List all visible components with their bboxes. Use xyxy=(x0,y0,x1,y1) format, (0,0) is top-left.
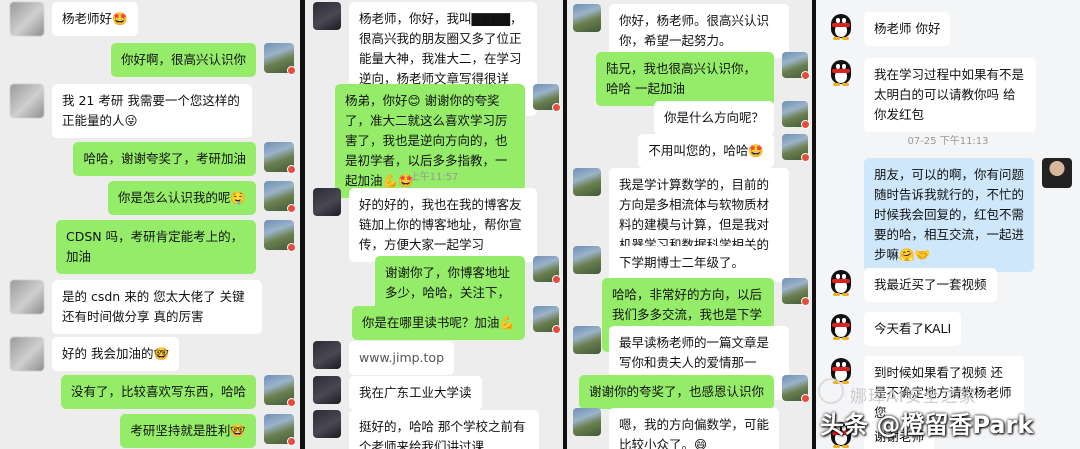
message-left: 好的好的，我也在我的博客友链加上你的博客地址，帮你宣传，方便大家一起学习 xyxy=(313,188,537,262)
message-bubble: 好的好的，我也在我的博客友链加上你的博客地址，帮你宣传，方便大家一起学习 xyxy=(349,188,537,262)
message-bubble: 考研坚持就是胜利🤓 xyxy=(120,414,256,448)
message-bubble: 我在广东工业大学读 xyxy=(349,376,482,410)
message-right: 不用叫您的，哈哈🤩 xyxy=(638,134,810,168)
message-bubble: CDSN 吗，考研肯定能考上的，加油 xyxy=(56,220,256,274)
message-left: 杨老师好🤩 xyxy=(10,2,138,36)
message-right: CDSN 吗，考研肯定能考上的，加油 xyxy=(56,220,296,274)
avatar[interactable] xyxy=(313,341,341,369)
message-bubble: 杨老师 你好 xyxy=(864,12,951,46)
message-left: www.jimp.top xyxy=(313,341,455,375)
avatar[interactable] xyxy=(782,134,810,162)
avatar[interactable] xyxy=(533,256,561,284)
message-left: 挺好的，哈哈 那个学校之前有个老师来给我们讲过课 xyxy=(313,410,539,449)
avatar[interactable] xyxy=(782,52,810,80)
avatar[interactable] xyxy=(264,181,296,213)
watermark-logo-icon xyxy=(818,378,844,404)
avatar[interactable] xyxy=(782,101,810,129)
message-bubble: 我最近买了一套视频 xyxy=(864,268,997,302)
message-bubble: 今天看了KALI xyxy=(864,312,962,346)
message-right: 朋友，可以的啊，你有问题随时告诉我就行的，不忙的时候我会回复的，红包不需要的哈，… xyxy=(864,158,1072,272)
chat-screenshot-3: 你好，杨老师。很高兴认识你，希望一起努力。 陆兄，我也很高兴认识你，哈哈 一起加… xyxy=(567,0,812,449)
message-left: 好的 我会加油的🤓 xyxy=(10,337,180,371)
watermark-source: 头条 @橙留香Park xyxy=(820,411,1034,439)
avatar[interactable] xyxy=(264,375,296,407)
watermark-text: 娜璋AI安全之家 xyxy=(850,387,977,407)
avatar[interactable] xyxy=(10,2,44,36)
avatar[interactable] xyxy=(573,168,601,196)
avatar[interactable] xyxy=(10,337,44,371)
chat-screenshot-2: 杨老师，你好，我叫▇▇▇▇，很高兴我的朋友圈又多了位正能量大神，我准大二，在学习… xyxy=(305,0,563,449)
message-left: 是的 csdn 来的 您太大佬了 关键还有时间做分享 真的厉害 xyxy=(10,280,262,334)
message-bubble: 没有了，比较喜欢写东西，哈哈 xyxy=(60,375,256,409)
qq-penguin-avatar-icon[interactable] xyxy=(826,312,856,342)
chat-timestamp: 上午11:57 xyxy=(409,172,459,183)
avatar[interactable] xyxy=(573,326,601,354)
message-right: 你是什么方向呢？ xyxy=(653,101,810,135)
message-left: 我 21 考研 我需要一个您这样的正能量的人😜 xyxy=(10,84,252,138)
avatar[interactable] xyxy=(313,188,341,216)
message-bubble: 下学期博士二年级了。 xyxy=(609,246,755,280)
message-bubble: 杨老师好🤩 xyxy=(52,2,138,36)
message-bubble: 陆兄，我也很高兴认识你，哈哈 一起加油 xyxy=(596,52,774,106)
avatar[interactable] xyxy=(533,306,561,334)
message-right: 没有了，比较喜欢写东西，哈哈 xyxy=(60,375,296,409)
message-bubble: 朋友，可以的啊，你有问题随时告诉我就行的，不忙的时候我会回复的，红包不需要的哈，… xyxy=(864,158,1034,272)
qq-penguin-avatar-icon[interactable] xyxy=(826,58,856,88)
message-left: 我在学习过程中如果有不是太明白的可以请教你吗 给你发红包 xyxy=(826,58,1036,132)
message-bubble: 你好，杨老师。很高兴认识你，希望一起努力。 xyxy=(609,4,789,58)
message-left: 杨老师 你好 xyxy=(826,12,951,46)
avatar[interactable] xyxy=(573,246,601,274)
avatar[interactable] xyxy=(10,280,44,314)
message-right: 你是在哪里读书呢？加油💪 xyxy=(351,306,561,340)
chat-screenshot-1: 杨老师好🤩 你好啊，很高兴认识你 我 21 考研 我需要一个您这样的正能量的人😜… xyxy=(0,0,300,449)
message-bubble: 好的 我会加油的🤓 xyxy=(52,337,180,371)
message-right: 陆兄，我也很高兴认识你，哈哈 一起加油 xyxy=(596,52,810,106)
message-bubble: 我在学习过程中如果有不是太明白的可以请教你吗 给你发红包 xyxy=(864,58,1036,132)
avatar[interactable] xyxy=(10,84,44,118)
message-bubble: 是的 csdn 来的 您太大佬了 关键还有时间做分享 真的厉害 xyxy=(52,280,262,334)
avatar[interactable] xyxy=(264,414,296,446)
message-bubble: 你是什么方向呢？ xyxy=(653,101,774,135)
message-right: 谢谢你的夸奖了，也感恩认识你 xyxy=(578,375,810,409)
message-left: 我最近买了一套视频 xyxy=(826,268,997,302)
avatar[interactable] xyxy=(264,43,296,75)
avatar[interactable] xyxy=(313,376,341,404)
message-bubble: 谢谢你的夸奖了，也感恩认识你 xyxy=(578,375,774,409)
message-right: 哈哈，谢谢夸奖了，考研加油 xyxy=(73,142,296,176)
message-right: 你好啊，很高兴认识你 xyxy=(110,43,296,77)
chat-timestamp: 07-25 下午11:13 xyxy=(907,136,989,147)
avatar[interactable] xyxy=(573,4,601,32)
message-bubble: 你是在哪里读书呢？加油💪 xyxy=(351,306,525,340)
message-left: 今天看了KALI xyxy=(826,312,962,346)
message-bubble: 哈哈，谢谢夸奖了，考研加油 xyxy=(73,142,256,176)
avatar[interactable] xyxy=(573,408,601,436)
message-bubble: 嗯，我的方向偏数学，可能比较小众了。😄 xyxy=(609,408,779,449)
message-bubble: 不用叫您的，哈哈🤩 xyxy=(638,134,774,168)
message-right: 考研坚持就是胜利🤓 xyxy=(120,414,296,448)
message-right: 你是怎么认识我的呢🤤 xyxy=(107,181,296,215)
avatar[interactable] xyxy=(313,410,341,438)
message-bubble: 你好啊，很高兴认识你 xyxy=(110,43,256,77)
avatar[interactable] xyxy=(264,220,296,252)
qq-penguin-avatar-icon[interactable] xyxy=(826,12,856,42)
message-left: 嗯，我的方向偏数学，可能比较小众了。😄 xyxy=(573,408,779,449)
message-bubble: 我 21 考研 我需要一个您这样的正能量的人😜 xyxy=(52,84,252,138)
message-left: 下学期博士二年级了。 xyxy=(573,246,755,280)
blog-link[interactable]: www.jimp.top xyxy=(349,341,455,375)
message-bubble: 你是怎么认识我的呢🤤 xyxy=(107,181,256,215)
avatar[interactable] xyxy=(264,142,296,174)
avatar[interactable] xyxy=(1042,158,1072,188)
qq-penguin-avatar-icon[interactable] xyxy=(826,268,856,298)
avatar[interactable] xyxy=(533,84,561,112)
message-left: 你好，杨老师。很高兴认识你，希望一起努力。 xyxy=(573,4,789,58)
avatar[interactable] xyxy=(782,375,810,403)
message-bubble: 挺好的，哈哈 那个学校之前有个老师来给我们讲过课 xyxy=(349,410,539,449)
message-left: 我在广东工业大学读 xyxy=(313,376,482,410)
avatar[interactable] xyxy=(313,2,341,30)
avatar[interactable] xyxy=(782,278,810,306)
